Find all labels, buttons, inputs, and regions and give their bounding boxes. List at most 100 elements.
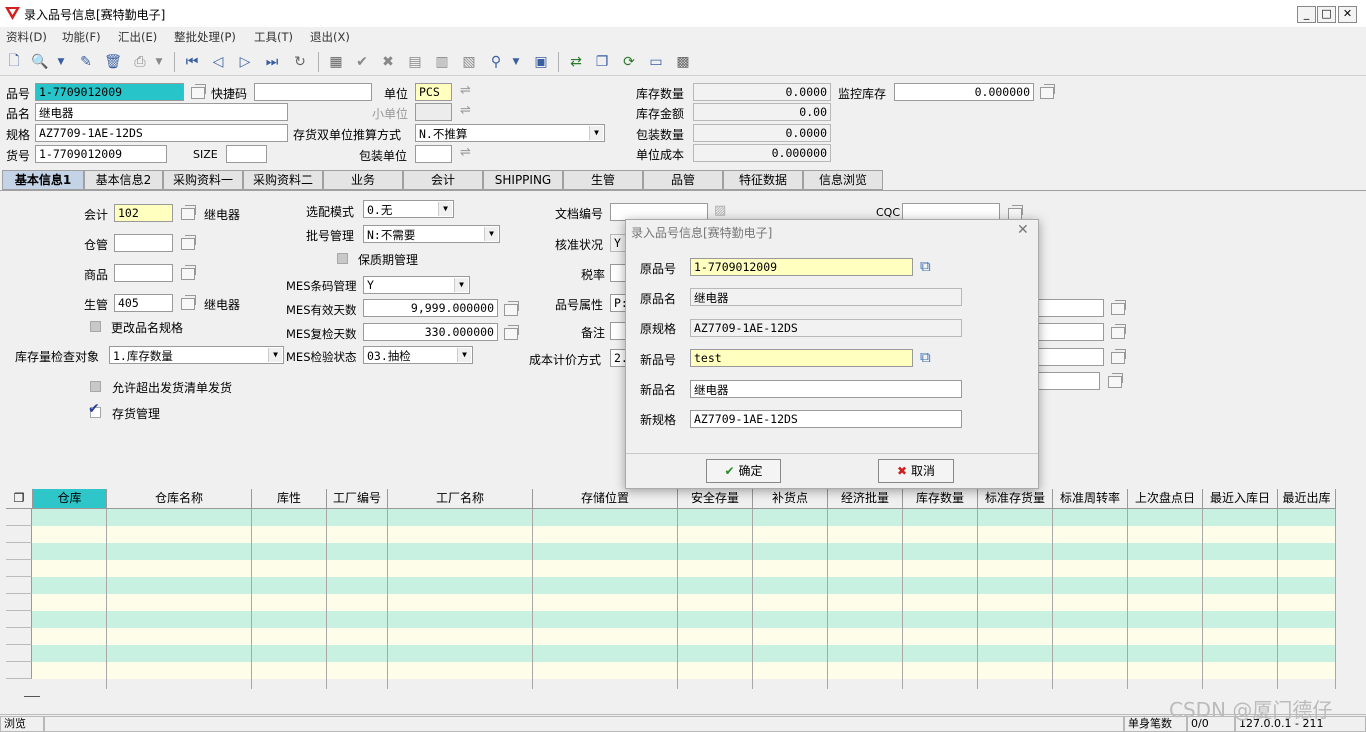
- lookup-icon[interactable]: [1111, 349, 1126, 364]
- grid-header-cell[interactable]: 仓库: [33, 489, 107, 509]
- lookup-icon[interactable]: [1108, 373, 1123, 388]
- row-header[interactable]: [6, 526, 32, 543]
- lookup-icon[interactable]: [1111, 324, 1126, 339]
- lookup-icon[interactable]: ⧉: [920, 257, 931, 275]
- mesyouxiao-input[interactable]: 9,999.000000: [363, 299, 498, 317]
- xinpinming-input[interactable]: 继电器: [690, 380, 962, 398]
- xiaodanwei-input[interactable]: [415, 103, 452, 121]
- grid-header-cell[interactable]: 补货点: [753, 489, 828, 509]
- attach-icon[interactable]: ▨: [714, 203, 726, 218]
- danwei-input[interactable]: PCS: [415, 83, 452, 101]
- xinguige-input[interactable]: AZ7709-1AE-12DS: [690, 410, 962, 428]
- tab-info-browse[interactable]: 信息浏览: [803, 170, 883, 190]
- yuanpinhao-input[interactable]: 1-7709012009: [690, 258, 913, 276]
- lookup-icon[interactable]: [181, 205, 196, 220]
- grid-header-cell[interactable]: 存储位置: [533, 489, 678, 509]
- grid-header-cell[interactable]: 标准周转率: [1053, 489, 1128, 509]
- chevron-down-icon[interactable]: ▼: [454, 278, 468, 292]
- grid-header-cell[interactable]: 标准存货量: [978, 489, 1053, 509]
- swap-icon[interactable]: ⇌: [460, 83, 471, 98]
- baozhiqi-checkbox[interactable]: [337, 253, 348, 264]
- cancel-icon[interactable]: ✖: [378, 52, 398, 72]
- preview-icon[interactable]: 🔍: [30, 52, 50, 72]
- table-row[interactable]: [6, 628, 1336, 645]
- menu-batch[interactable]: 整批处理(P): [174, 29, 236, 45]
- tab-accounting[interactable]: 会计: [403, 170, 483, 190]
- print-dropdown-icon[interactable]: ▼: [154, 52, 164, 72]
- lookup-icon[interactable]: [1040, 84, 1055, 99]
- table-row[interactable]: [6, 662, 1336, 679]
- lookup-icon[interactable]: [181, 235, 196, 250]
- pinhaoshuxing-select[interactable]: P:: [610, 294, 626, 312]
- menu-function[interactable]: 功能(F): [62, 29, 101, 45]
- xinpinhao-input[interactable]: test: [690, 349, 913, 367]
- table-row[interactable]: [6, 611, 1336, 628]
- copy-doc-icon[interactable]: ▤: [405, 52, 425, 72]
- kuaiji-input[interactable]: 102: [114, 204, 173, 222]
- table-row[interactable]: [6, 577, 1336, 594]
- horizontal-scrollbar[interactable]: [6, 689, 1336, 705]
- minimize-button[interactable]: _: [1297, 6, 1316, 23]
- grid-corner-icon[interactable]: ❐: [6, 489, 33, 509]
- tab-features[interactable]: 特征数据: [723, 170, 803, 190]
- layout-icon[interactable]: ▩: [673, 52, 693, 72]
- grid-header-cell[interactable]: 最近出库: [1278, 489, 1336, 509]
- next-record-icon[interactable]: ▷: [235, 52, 255, 72]
- window-icon[interactable]: ▭: [646, 52, 666, 72]
- mestiaoma-select[interactable]: Y ▼: [363, 276, 470, 294]
- menu-tools[interactable]: 工具(T): [254, 29, 293, 45]
- calculator-icon[interactable]: ▦: [326, 52, 346, 72]
- search-icon[interactable]: ⚲: [486, 52, 506, 72]
- lookup-icon[interactable]: [504, 325, 519, 340]
- grid-header-cell[interactable]: 库性: [252, 489, 327, 509]
- paste-doc-icon[interactable]: ▥: [432, 52, 452, 72]
- prev-record-icon[interactable]: ◁: [208, 52, 228, 72]
- grid-header-cell[interactable]: 工厂编号: [327, 489, 388, 509]
- guige-input[interactable]: AZ7709-1AE-12DS: [35, 124, 288, 142]
- jiankong-input[interactable]: 0.000000: [894, 83, 1034, 101]
- image-icon[interactable]: ▧: [459, 52, 479, 72]
- pinhao-input[interactable]: 1-7709012009: [35, 83, 184, 101]
- row-header[interactable]: [6, 628, 32, 645]
- extra-input-2[interactable]: [1038, 323, 1104, 341]
- table-row[interactable]: [6, 526, 1336, 543]
- baozhuang-input[interactable]: [415, 145, 452, 163]
- edit-icon[interactable]: ✎: [76, 52, 96, 72]
- lookup-icon[interactable]: [181, 265, 196, 280]
- lookup-icon[interactable]: ⧉: [920, 348, 931, 366]
- extra-input-1[interactable]: [1038, 299, 1104, 317]
- chevron-down-icon[interactable]: ▼: [457, 348, 471, 362]
- lookup-icon[interactable]: [1111, 300, 1126, 315]
- grid-header-cell[interactable]: 库存数量: [903, 489, 978, 509]
- grid-header-cell[interactable]: 工厂名称: [388, 489, 533, 509]
- extra-input-3[interactable]: [1038, 348, 1104, 366]
- search-dropdown-icon[interactable]: ▼: [511, 52, 521, 72]
- shangpin-input[interactable]: [114, 264, 173, 282]
- row-header[interactable]: [6, 611, 32, 628]
- attach-icon[interactable]: ▣: [531, 52, 551, 72]
- shuilv-input[interactable]: [610, 264, 626, 282]
- row-header[interactable]: [6, 594, 32, 611]
- tab-shipping[interactable]: SHIPPING: [483, 170, 563, 190]
- tab-basic-info-1[interactable]: 基本信息1: [2, 170, 84, 190]
- tab-quality[interactable]: 品管: [643, 170, 723, 190]
- ok-button[interactable]: ✔ 确定: [706, 459, 781, 483]
- grid-header-cell[interactable]: 上次盘点日: [1128, 489, 1203, 509]
- chevron-down-icon[interactable]: ▼: [268, 348, 282, 362]
- pihao-select[interactable]: N:不需要 ▼: [363, 225, 500, 243]
- lookup-icon[interactable]: [504, 301, 519, 316]
- row-header[interactable]: [6, 662, 32, 679]
- grid-header-cell[interactable]: 经济批量: [828, 489, 903, 509]
- confirm-icon[interactable]: ✔: [352, 52, 372, 72]
- row-header[interactable]: [6, 543, 32, 560]
- tab-purchase-2[interactable]: 采购资料二: [243, 170, 323, 190]
- tab-production[interactable]: 生管: [563, 170, 643, 190]
- swap-icon[interactable]: ⇌: [460, 145, 471, 160]
- row-header[interactable]: [6, 577, 32, 594]
- size-input[interactable]: [226, 145, 267, 163]
- tab-basic-info-2[interactable]: 基本信息2: [84, 170, 163, 190]
- dialog-close-icon[interactable]: ✕: [1017, 222, 1029, 238]
- chevron-down-icon[interactable]: ▼: [484, 227, 498, 241]
- new-icon[interactable]: 🗋: [4, 52, 24, 72]
- row-header[interactable]: [6, 509, 32, 526]
